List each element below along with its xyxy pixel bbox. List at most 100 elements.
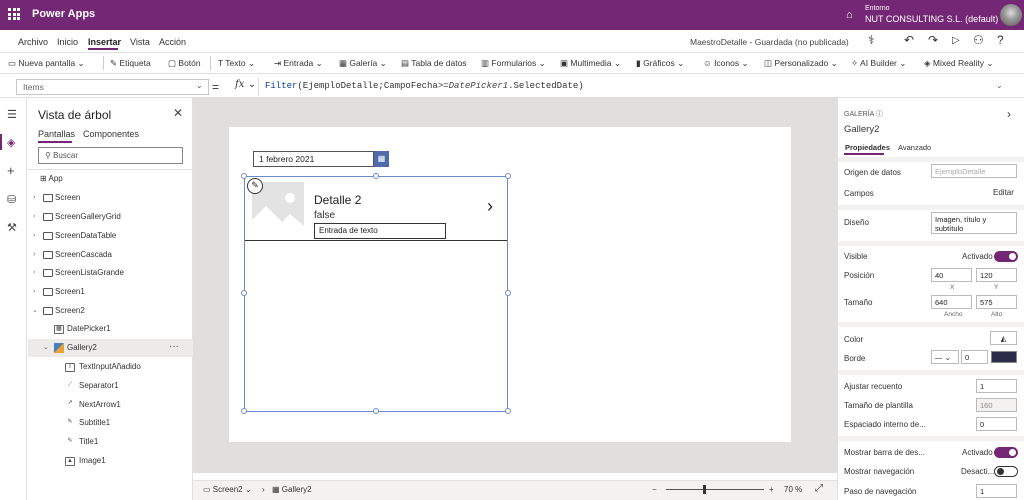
formula-input[interactable]: Filter(EjemploDetalle;CampoFecha>=DatePi… xyxy=(258,78,1008,96)
resize-handle[interactable] xyxy=(373,408,379,414)
share-user-icon[interactable]: ⚇ xyxy=(973,33,984,47)
expand-formula-icon[interactable]: ⌄ xyxy=(996,81,1003,90)
tree-item-screengallerygrid[interactable]: ScreenGalleryGrid xyxy=(55,212,121,221)
edit-pencil-icon[interactable]: ✎ xyxy=(247,178,263,194)
tab-componentes[interactable]: Componentes xyxy=(83,129,139,139)
resize-handle[interactable] xyxy=(505,173,511,179)
position-y-input[interactable]: 120 xyxy=(976,268,1017,282)
chevron-right-icon[interactable]: › xyxy=(33,269,35,276)
gallery-item-title[interactable]: Detalle 2 xyxy=(314,193,361,207)
tree-item-screendatatable[interactable]: ScreenDataTable xyxy=(55,231,116,240)
app-checker-icon[interactable]: ⚕ xyxy=(868,33,875,47)
app-launcher-icon[interactable] xyxy=(8,8,20,20)
tree-item-datepicker1[interactable]: DatePicker1 xyxy=(67,324,111,333)
ribbon-galeria[interactable]: ▦ Galería ⌄ xyxy=(339,58,387,69)
avatar[interactable] xyxy=(1000,4,1022,26)
ribbon-iconos[interactable]: ☺ Iconos ⌄ xyxy=(703,58,749,69)
chevron-down-icon[interactable]: ⌄ xyxy=(32,306,38,314)
next-arrow-icon[interactable]: › xyxy=(487,196,493,217)
tab-pantallas[interactable]: Pantallas xyxy=(38,129,75,139)
ribbon-boton[interactable]: ▢ Botón xyxy=(168,58,201,69)
resize-handle[interactable] xyxy=(373,173,379,179)
border-color-swatch[interactable] xyxy=(991,351,1017,363)
zoom-slider-thumb[interactable] xyxy=(703,485,706,494)
navigation-toggle[interactable] xyxy=(994,466,1018,477)
collapse-pane-icon[interactable]: › xyxy=(1007,107,1011,121)
fx-icon[interactable]: fx ⌄ xyxy=(235,79,256,90)
fit-to-window-icon[interactable]: ⤢ xyxy=(815,483,823,494)
more-options-icon[interactable]: ··· xyxy=(169,341,179,352)
template-size-input[interactable]: 160 xyxy=(976,398,1017,412)
resize-handle[interactable] xyxy=(505,290,511,296)
ribbon-tabla-de-datos[interactable]: ▤ Tabla de datos xyxy=(401,58,467,69)
undo-icon[interactable]: ↶ xyxy=(904,33,914,47)
menu-insertar[interactable]: Insertar xyxy=(88,37,121,47)
ribbon-mixed-reality[interactable]: ◈ Mixed Reality ⌄ xyxy=(924,58,993,69)
tree-item-subtitle1[interactable]: Subtitle1 xyxy=(79,418,110,427)
paint-bucket-icon[interactable]: ◭ xyxy=(990,331,1017,345)
chevron-right-icon[interactable]: › xyxy=(33,213,35,220)
datepicker-control[interactable]: 1 febrero 2021 xyxy=(253,151,374,167)
tree-item-separator1[interactable]: Separator1 xyxy=(79,381,119,390)
tree-item-app[interactable]: ⊞ App xyxy=(40,174,63,183)
ribbon-ai-builder[interactable]: ✧ AI Builder ⌄ xyxy=(851,58,906,69)
property-dropdown[interactable]: Items xyxy=(16,79,209,95)
ribbon-graficos[interactable]: ▮ Gráficos ⌄ xyxy=(636,58,684,69)
menu-archivo[interactable]: Archivo xyxy=(18,37,48,47)
close-icon[interactable]: ✕ xyxy=(173,106,183,120)
environment-name[interactable]: NUT CONSULTING S.L. (default) xyxy=(865,14,998,24)
visible-toggle[interactable] xyxy=(994,251,1018,262)
ribbon-etiqueta[interactable]: ✎ Etiqueta xyxy=(110,58,151,69)
tree-item-title1[interactable]: Title1 xyxy=(79,437,98,446)
ribbon-texto[interactable]: T Texto ⌄ xyxy=(218,58,255,69)
tree-item-nextarrow1[interactable]: NextArrow1 xyxy=(79,400,121,409)
tree-item-screen1[interactable]: Screen1 xyxy=(55,287,85,296)
tree-item-textinput[interactable]: TextInputAñadido xyxy=(79,362,141,371)
zoom-out-icon[interactable]: − xyxy=(652,485,657,494)
scrollbar-toggle[interactable] xyxy=(994,447,1018,458)
tab-avanzado[interactable]: Avanzado xyxy=(898,143,931,152)
wrap-count-input[interactable]: 1 xyxy=(976,379,1017,393)
tree-item-screen2[interactable]: Screen2 xyxy=(55,306,85,315)
gallery-text-input[interactable]: Entrada de texto xyxy=(314,223,446,239)
calendar-icon[interactable]: ▦ xyxy=(374,151,389,167)
position-x-input[interactable]: 40 xyxy=(931,268,972,282)
search-input[interactable]: ⚲ Buscar xyxy=(38,147,183,164)
environment-icon[interactable]: ⌂ xyxy=(846,9,853,21)
menu-accion[interactable]: Acción xyxy=(159,37,186,47)
status-control[interactable]: ▦ Gallery2 xyxy=(272,485,312,494)
edit-fields-link[interactable]: Editar xyxy=(993,188,1014,197)
height-input[interactable]: 575 xyxy=(976,295,1017,309)
tree-item-screen[interactable]: Screen xyxy=(55,193,80,202)
zoom-slider[interactable] xyxy=(666,489,764,490)
status-screen[interactable]: ▭ Screen2 ⌄ xyxy=(203,485,252,494)
zoom-in-icon[interactable]: + xyxy=(769,485,774,494)
hamburger-menu-icon[interactable]: ☰ xyxy=(7,108,17,121)
redo-icon[interactable]: ↷ xyxy=(928,33,938,47)
tree-item-screenlistagrande[interactable]: ScreenListaGrande xyxy=(55,268,124,277)
ribbon-entrada[interactable]: ⇥ Entrada ⌄ xyxy=(274,58,323,69)
resize-handle[interactable] xyxy=(241,408,247,414)
tree-item-screencascada[interactable]: ScreenCascada xyxy=(55,250,112,259)
resize-handle[interactable] xyxy=(241,173,247,179)
insert-plus-icon[interactable]: + xyxy=(7,163,15,178)
width-input[interactable]: 640 xyxy=(931,295,972,309)
tree-item-image1[interactable]: Image1 xyxy=(79,456,106,465)
border-width-input[interactable]: 0 xyxy=(961,350,988,364)
help-icon[interactable]: ⓘ xyxy=(876,111,883,118)
template-padding-input[interactable]: 0 xyxy=(976,417,1017,431)
ribbon-formularios[interactable]: ▥ Formularios ⌄ xyxy=(481,58,546,69)
resize-handle[interactable] xyxy=(241,290,247,296)
gallery-separator[interactable] xyxy=(245,240,507,241)
resize-handle[interactable] xyxy=(505,408,511,414)
navigation-step-input[interactable]: 1 xyxy=(976,484,1017,498)
menu-vista[interactable]: Vista xyxy=(130,37,150,47)
data-source-dropdown[interactable]: EjemploDetalle xyxy=(931,164,1017,178)
advanced-tools-icon[interactable]: ⚒ xyxy=(7,221,17,234)
data-sources-icon[interactable]: ⛁ xyxy=(7,193,16,206)
help-icon[interactable]: ? xyxy=(997,33,1004,47)
play-icon[interactable]: ▷ xyxy=(952,35,960,46)
ribbon-multimedia[interactable]: ▣ Multimedia ⌄ xyxy=(560,58,621,69)
gallery-item-subtitle[interactable]: false xyxy=(314,210,335,221)
ribbon-personalizado[interactable]: ◫ Personalizado ⌄ xyxy=(764,58,838,69)
